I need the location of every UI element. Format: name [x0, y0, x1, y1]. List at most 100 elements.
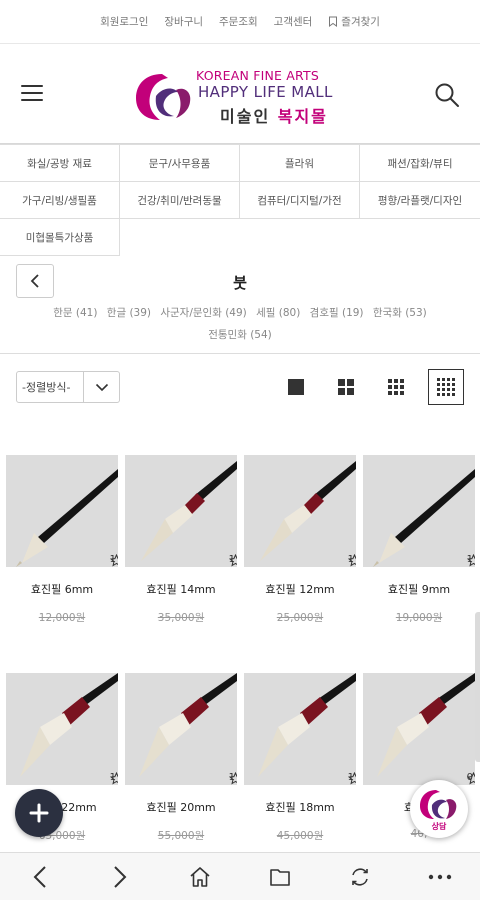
- grid-4x4-icon: [437, 378, 455, 396]
- product-card[interactable]: 1 효진필 14mm 35,000원: [125, 455, 237, 625]
- login-link[interactable]: 회원로그인: [100, 14, 148, 29]
- category-item[interactable]: 화실/공방 재료: [0, 145, 120, 182]
- category-item[interactable]: 평향/라플랫/디자인: [360, 182, 480, 219]
- wishlist-button[interactable]: 1: [228, 554, 237, 567]
- page-title: 붓: [233, 274, 247, 292]
- category-item[interactable]: 가구/리빙/생필품: [0, 182, 120, 219]
- product-image[interactable]: 1: [363, 455, 475, 567]
- product-image[interactable]: 1: [6, 673, 118, 785]
- favorites-link[interactable]: 즐겨찾기: [328, 14, 380, 29]
- chat-consult-button[interactable]: 상담: [410, 780, 468, 838]
- product-name[interactable]: 효진필 6mm: [6, 581, 118, 597]
- order-lookup-link[interactable]: 주문조회: [219, 14, 258, 29]
- subcategory-link[interactable]: 세필 (80): [256, 307, 300, 319]
- product-card[interactable]: 1 효진필 18mm 45,000원: [244, 673, 356, 843]
- category-item[interactable]: 건강/취미/반려동물: [120, 182, 240, 219]
- grid-2x2-icon: [338, 379, 354, 395]
- wishlist-button[interactable]: 1: [228, 772, 237, 785]
- star-icon: [347, 554, 356, 567]
- product-name[interactable]: 효진필 18mm: [244, 799, 356, 815]
- subcategory-link[interactable]: 한국화 (53): [373, 307, 427, 319]
- product-name[interactable]: 효진필 20mm: [125, 799, 237, 815]
- plus-icon: [29, 803, 49, 823]
- browser-home-button[interactable]: [180, 857, 220, 897]
- star-icon: [466, 554, 475, 567]
- product-name[interactable]: 효진필 12mm: [244, 581, 356, 597]
- star-icon: [228, 554, 237, 567]
- subcategory-list: 한문 (41) 한글 (39) 사군자/문인화 (49) 세필 (80) 겸호필…: [30, 302, 450, 346]
- wishlist-button[interactable]: 1: [347, 772, 356, 785]
- subcategory-link[interactable]: 전통민화 (54): [208, 329, 272, 341]
- cart-link[interactable]: 장바구니: [164, 14, 203, 29]
- product-price: 45,000원: [276, 830, 324, 842]
- more-dots-icon: [428, 874, 452, 879]
- product-price: 35,000원: [157, 612, 205, 624]
- browser-back-button[interactable]: [20, 857, 60, 897]
- product-card[interactable]: 1 효진필 6mm 12,000원: [6, 455, 118, 625]
- star-icon: [347, 772, 356, 785]
- product-image[interactable]: 1: [6, 455, 118, 567]
- logo-text-line2: HAPPY LIFE MALL: [198, 83, 333, 101]
- category-item[interactable]: 플라워: [240, 145, 360, 182]
- customer-center-link[interactable]: 고객센터: [274, 14, 313, 29]
- single-square-icon: [288, 379, 304, 395]
- subcategory-link[interactable]: 사군자/문인화 (49): [160, 307, 246, 319]
- logo-mark-icon: [136, 74, 191, 120]
- menu-icon[interactable]: [21, 85, 43, 101]
- logo-text-line3a: 미술인: [220, 107, 278, 126]
- wishlist-button[interactable]: 1: [466, 554, 475, 567]
- category-header: 붓 한문 (41) 한글 (39) 사군자/문인화 (49) 세필 (80) 겸…: [0, 256, 480, 354]
- folder-icon: [270, 868, 290, 886]
- product-image[interactable]: 0: [363, 673, 475, 785]
- product-price: 25,000원: [276, 612, 324, 624]
- sort-label: -정렬방식-: [22, 381, 71, 394]
- view-1col-button[interactable]: [278, 369, 314, 405]
- browser-refresh-button[interactable]: [340, 857, 380, 897]
- site-logo[interactable]: KOREAN FINE ARTS HAPPY LIFE MALL 미술인 복지몰: [132, 64, 352, 128]
- subcategory-link[interactable]: 한글 (39): [107, 307, 151, 319]
- category-item[interactable]: 미협몰특가상품: [0, 219, 120, 256]
- favorites-label: 즐겨찾기: [341, 16, 380, 28]
- logo-text-line3b: 복지몰: [277, 107, 328, 126]
- product-image[interactable]: 1: [125, 455, 237, 567]
- browser-bookmarks-button[interactable]: [260, 857, 300, 897]
- chevron-down-icon: [83, 372, 119, 402]
- home-icon: [190, 866, 210, 887]
- category-item[interactable]: 패션/잡화/뷰티: [360, 145, 480, 182]
- chat-logo-icon: [420, 790, 457, 819]
- category-item[interactable]: 문구/사무용품: [120, 145, 240, 182]
- product-image[interactable]: 1: [125, 673, 237, 785]
- top-utility-bar: 회원로그인 장바구니 주문조회 고객센터 즐겨찾기: [0, 0, 480, 44]
- product-card[interactable]: 1 효진필 12mm 25,000원: [244, 455, 356, 625]
- search-icon[interactable]: [434, 82, 460, 108]
- browser-more-button[interactable]: [420, 857, 460, 897]
- bookmark-icon: [329, 16, 338, 27]
- chat-label: 상담: [431, 822, 447, 831]
- sort-select[interactable]: -정렬방식-: [16, 371, 120, 403]
- chevron-right-icon: [114, 865, 127, 888]
- logo-text-line1: KOREAN FINE ARTS: [196, 68, 320, 83]
- browser-forward-button[interactable]: [100, 857, 140, 897]
- listing-toolbar: -정렬방식-: [0, 354, 480, 424]
- product-image[interactable]: 1: [244, 673, 356, 785]
- edge-panel-handle[interactable]: [475, 612, 480, 762]
- product-name[interactable]: 효진필 9mm: [363, 581, 475, 597]
- subcategory-link[interactable]: 겸호필 (19): [310, 307, 364, 319]
- wishlist-button[interactable]: 1: [109, 772, 118, 785]
- browser-bottom-bar: [0, 852, 480, 900]
- grid-3x3-icon: [388, 379, 404, 395]
- site-header: KOREAN FINE ARTS HAPPY LIFE MALL 미술인 복지몰: [0, 44, 480, 144]
- wishlist-button[interactable]: 1: [109, 554, 118, 567]
- product-card[interactable]: 1 효진필 9mm 19,000원: [363, 455, 475, 625]
- star-icon: [109, 554, 118, 567]
- product-image[interactable]: 1: [244, 455, 356, 567]
- category-item[interactable]: 컴퓨터/디지털/가전: [240, 182, 360, 219]
- product-card[interactable]: 1 효진필 20mm 55,000원: [125, 673, 237, 843]
- wishlist-button[interactable]: 1: [347, 554, 356, 567]
- product-name[interactable]: 효진필 14mm: [125, 581, 237, 597]
- view-2col-button[interactable]: [328, 369, 364, 405]
- add-fab-button[interactable]: [15, 789, 63, 837]
- subcategory-link[interactable]: 한문 (41): [53, 307, 97, 319]
- view-4col-button[interactable]: [428, 369, 464, 405]
- view-3col-button[interactable]: [378, 369, 414, 405]
